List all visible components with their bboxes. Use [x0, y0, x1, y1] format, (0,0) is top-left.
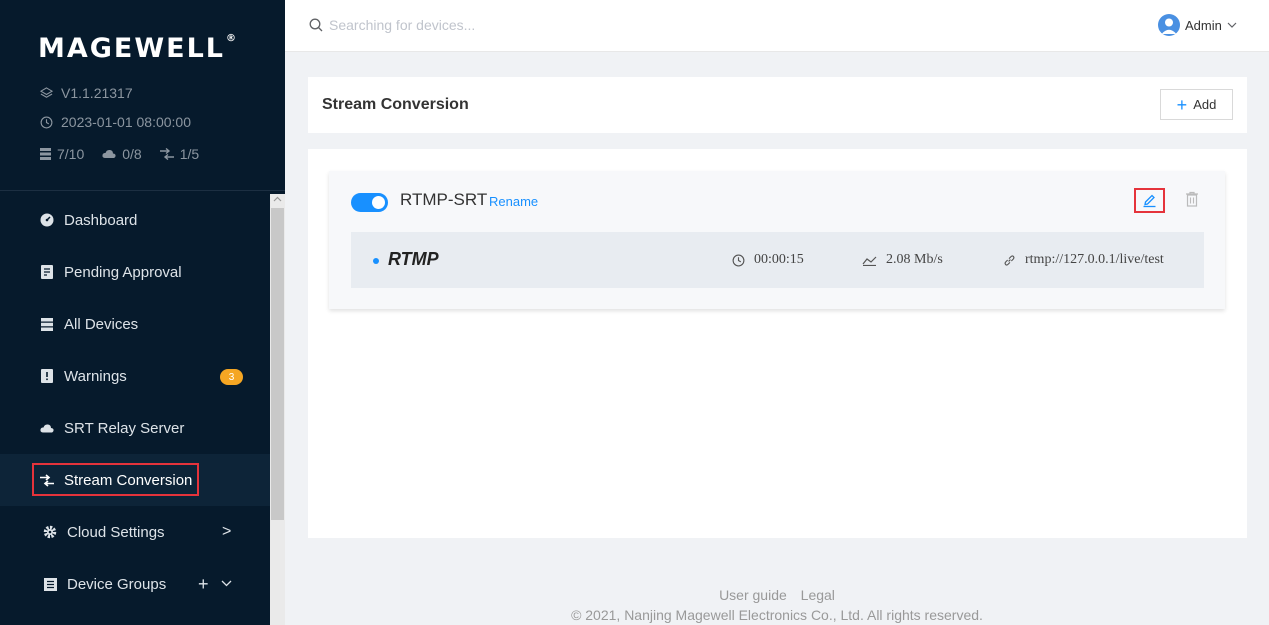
search-icon [309, 18, 323, 32]
clock-icon [40, 116, 53, 128]
warnings-count-badge: 3 [220, 369, 243, 385]
highlight-box [32, 463, 199, 496]
cloud-count: 0/8 [122, 146, 142, 162]
sidebar-item-warnings[interactable]: Warnings 3 [0, 350, 270, 402]
rename-link[interactable]: Rename [489, 194, 538, 209]
stream-row: RTMP 00:00:15 2.08 Mb/s rtmp://127.0.0.1… [351, 232, 1204, 288]
bitrate-chart-icon [862, 256, 877, 266]
bitrate-value: 2.08 Mb/s [886, 252, 943, 267]
status-dot [373, 258, 379, 264]
version-info: V1.1.21317 [40, 85, 133, 101]
plus-icon: + [1176, 94, 1188, 115]
device-count: 7/10 [57, 146, 85, 162]
sidebar-scrollbar[interactable] [270, 194, 285, 625]
user-name: Admin [1185, 17, 1222, 33]
copyright: © 2021, Nanjing Magewell Electronics Co.… [571, 607, 983, 623]
user-guide-link[interactable]: User guide [719, 587, 787, 603]
registered-mark: ® [226, 33, 237, 44]
chevron-down-icon[interactable] [221, 580, 232, 587]
sidebar-divider [0, 190, 285, 191]
warning-icon [40, 369, 54, 383]
sidebar-item-label: SRT Relay Server [64, 419, 185, 437]
devices-icon [40, 317, 54, 331]
dashboard-icon [40, 213, 54, 227]
task-enable-toggle[interactable] [351, 193, 388, 212]
pencil-icon [1143, 194, 1156, 208]
datetime-text: 2023-01-01 08:00:00 [61, 114, 191, 130]
sidebar-item-dashboard[interactable]: Dashboard [0, 194, 270, 246]
avatar [1158, 14, 1180, 36]
duration-value: 00:00:15 [754, 252, 804, 267]
stream-url: rtmp://127.0.0.1/live/test [1003, 252, 1164, 268]
link-icon [1004, 254, 1015, 266]
scroll-up-icon[interactable] [273, 196, 282, 202]
scrollbar-thumb[interactable] [271, 208, 284, 520]
gear-icon [43, 525, 57, 539]
cloud-icon [40, 421, 54, 435]
conversion-task-card: RTMP-SRT Rename RTMP 00:00:15 2.08 Mb/s … [329, 171, 1225, 309]
clock-icon [732, 254, 745, 266]
sidebar-item-cloud-settings[interactable]: Cloud Settings > [0, 506, 270, 558]
footer-links: User guide Legal [0, 587, 1269, 603]
chevron-right-icon: > [222, 523, 232, 540]
stream-duration: 00:00:15 [732, 252, 804, 268]
brand-name: MAGEWELL [38, 33, 226, 64]
brand-logo: MAGEWELL® [38, 33, 236, 64]
page-title: Stream Conversion [322, 96, 469, 113]
add-button[interactable]: + Add [1160, 89, 1233, 120]
stream-protocol: RTMP [388, 249, 439, 269]
sidebar-item-label: Dashboard [64, 211, 138, 229]
pending-approval-icon [40, 265, 54, 279]
server-icon [40, 148, 51, 160]
datetime-info: 2023-01-01 08:00:00 [40, 114, 191, 130]
chevron-down-icon [1227, 22, 1237, 28]
top-bar: Admin [285, 0, 1269, 52]
url-value: rtmp://127.0.0.1/live/test [1025, 252, 1164, 267]
stream-count: 1/5 [179, 146, 200, 162]
stream-icon [159, 148, 174, 160]
sidebar-item-label: Pending Approval [64, 263, 182, 281]
search-input[interactable] [329, 17, 579, 33]
user-menu[interactable]: Admin [1158, 14, 1237, 36]
sidebar-item-srt-relay-server[interactable]: SRT Relay Server [0, 402, 270, 454]
sidebar-item-label: Cloud Settings [67, 523, 165, 541]
task-name: RTMP-SRT [400, 190, 488, 209]
sidebar-item-stream-conversion[interactable]: Stream Conversion [0, 454, 270, 506]
sidebar-item-all-devices[interactable]: All Devices [0, 298, 270, 350]
cloud-icon [102, 149, 116, 158]
sidebar: MAGEWELL® V1.1.21317 2023-01-01 08:00:00… [0, 0, 285, 625]
edit-button[interactable] [1134, 188, 1165, 213]
trash-icon [1186, 191, 1198, 207]
page-header: Stream Conversion + Add [308, 77, 1247, 133]
layers-icon [40, 86, 53, 98]
sidebar-item-pending-approval[interactable]: Pending Approval [0, 246, 270, 298]
delete-button[interactable] [1185, 191, 1199, 212]
search-box [309, 17, 579, 33]
stream-bitrate: 2.08 Mb/s [862, 252, 943, 268]
sidebar-item-label: All Devices [64, 315, 139, 333]
resource-counts: 7/10 0/8 1/5 [40, 146, 209, 162]
version-text: V1.1.21317 [61, 85, 133, 101]
sidebar-item-label: Warnings [64, 367, 127, 385]
sidebar-menu: Dashboard Pending Approval All Devices W… [0, 194, 270, 610]
toggle-knob [372, 196, 385, 209]
main-content: RTMP-SRT Rename RTMP 00:00:15 2.08 Mb/s … [308, 149, 1247, 538]
legal-link[interactable]: Legal [801, 587, 835, 603]
add-button-label: Add [1193, 97, 1217, 112]
